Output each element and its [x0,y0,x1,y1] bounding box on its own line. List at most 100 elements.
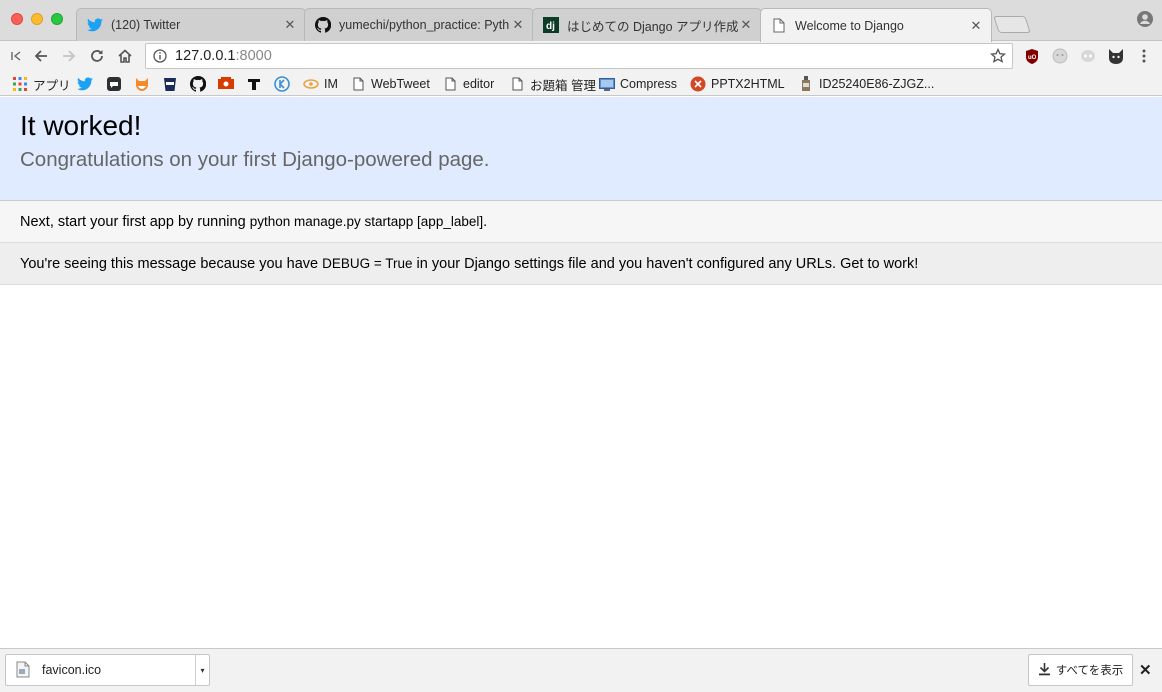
orange-circle-icon [690,76,706,92]
bookmark-compress[interactable]: Compress [599,74,677,94]
page-icon [442,76,458,92]
reload-icon[interactable] [86,45,108,67]
tab-strip: (120) Twitter ✕ yumechi/python_practice:… [0,0,1162,42]
tab-close-icon[interactable]: ✕ [739,17,753,33]
browser-toolbar: 127.0.0.1:8000 uO [0,41,1162,71]
bucket-icon [162,76,178,92]
ghost-extension-icon[interactable] [1079,47,1097,65]
tab-title: Welcome to Django [795,18,904,33]
bookmark-im[interactable]: IM [303,74,338,94]
bookmark-id25240e86[interactable]: ID25240E86-ZJGZ... [798,74,934,94]
tab-title: はじめての Django アプリ作成、そ [567,19,739,34]
monitor-icon [599,76,615,92]
document-icon [771,18,787,34]
bookmark-tool[interactable] [246,74,262,94]
show-all-downloads-button[interactable]: すべてを表示 [1028,654,1133,686]
bookmark-chat[interactable] [106,74,122,94]
tab-title: yumechi/python_practice: Pyth [339,18,510,32]
info-icon[interactable] [153,49,167,63]
instructions-suffix: . [483,213,488,230]
k-circle-icon [274,76,290,92]
home-icon[interactable] [114,45,136,67]
svg-text:uO: uO [1028,55,1037,61]
ublock-icon[interactable]: uO [1023,47,1041,65]
show-all-label: すべてを表示 [1055,665,1124,677]
bookmark-twitter[interactable] [77,74,93,94]
history-back-icon[interactable] [5,45,27,67]
bookmarks-bar: アプリ IM WebTweet editor お題箱 管理 Compress P… [0,71,1162,96]
page-icon [509,76,525,92]
bookmark-star-icon[interactable] [989,47,1007,69]
chat-bubble-icon [106,76,122,92]
django-icon: dj [543,17,559,33]
twitter-bird-icon [77,76,93,92]
address-bar[interactable]: 127.0.0.1:8000 [145,43,1013,69]
twitter-bird-icon [87,17,103,33]
bookmark-label: PPTX2HTML [711,77,785,91]
bookmark-editor[interactable]: editor [442,74,494,94]
bookmark-label: ID25240E86-ZJGZ... [819,77,935,91]
bookmark-label: アプリ [33,78,71,93]
profile-icon[interactable] [1137,11,1153,27]
new-tab-button[interactable] [993,16,1031,33]
tab-twitter[interactable]: (120) Twitter ✕ [76,8,306,41]
bookmark-label: Compress [620,77,677,91]
page-content: It worked! Congratulations on your first… [0,97,1162,648]
back-arrow-icon[interactable] [30,45,52,67]
window-close-button[interactable] [11,13,23,25]
fox-icon [134,76,150,92]
tab-close-icon[interactable]: ✕ [969,18,983,34]
startapp-command: python manage.py startapp [app_label] [249,214,484,229]
bookmark-pptx2html[interactable]: PPTX2HTML [690,74,785,94]
page-heading: It worked! [20,110,142,141]
github-icon [315,17,331,33]
emoji-extension-icon[interactable] [1051,47,1069,65]
bookmark-label: editor [463,77,495,91]
tab-close-icon[interactable]: ✕ [283,17,297,33]
bookmark-red-badge[interactable] [218,74,234,94]
address-port: :8000 [235,48,272,64]
explanation-text: You're seeing this message because you h… [20,255,323,272]
bookmark-fox[interactable] [134,74,150,94]
download-icon [1038,662,1051,679]
tab-title: (120) Twitter [111,18,181,32]
cat-extension-icon[interactable] [1107,47,1125,65]
explanation-suffix: in your Django settings file and you hav… [412,255,919,272]
window-minimize-button[interactable] [31,13,43,25]
bookmark-label: IM [324,77,338,91]
bookmark-odaibako[interactable]: お題箱 管理 [509,74,596,94]
github-icon [190,76,206,92]
instructions-text: Next, start your first app by running [20,213,250,230]
instructions-section: Next, start your first app by running py… [0,201,1162,243]
file-icon [16,661,32,679]
explanation-section: You're seeing this message because you h… [0,243,1162,285]
close-shelf-icon[interactable]: ✕ [1139,661,1152,679]
page-icon [350,76,366,92]
page-subheading: Congratulations on your first Django-pow… [20,148,490,171]
download-item[interactable]: favicon.ico ▾ [5,654,210,686]
tab-close-icon[interactable]: ✕ [511,17,525,33]
download-options-icon[interactable]: ▾ [195,655,209,685]
bookmark-github[interactable] [190,74,206,94]
tab-github[interactable]: yumechi/python_practice: Pyth ✕ [304,8,534,41]
red-badge-icon [218,76,234,92]
window-zoom-button[interactable] [51,13,63,25]
bookmark-label: WebTweet [371,77,430,91]
forward-arrow-icon[interactable] [58,45,80,67]
bookmark-k[interactable] [274,74,290,94]
tool-icon [246,76,262,92]
debug-setting: DEBUG = True [322,256,413,271]
summary-section: It worked! Congratulations on your first… [0,97,1162,201]
bookmark-apps[interactable]: アプリ [12,74,71,94]
download-file-name: favicon.ico [42,663,102,677]
address-host: 127.0.0.1 [175,48,236,64]
apps-grid-icon [12,76,28,92]
swirl-icon [303,76,319,92]
download-shelf: favicon.ico ▾ すべてを表示 ✕ [0,648,1162,692]
bookmark-bucket[interactable] [162,74,178,94]
bookmark-label: お題箱 管理 [530,78,596,93]
menu-icon[interactable] [1135,47,1153,65]
tab-welcome-to-django[interactable]: Welcome to Django ✕ [760,8,992,42]
tab-django-tutorial[interactable]: dj はじめての Django アプリ作成、そ ✕ [532,8,762,41]
bookmark-webtweet[interactable]: WebTweet [350,74,430,94]
